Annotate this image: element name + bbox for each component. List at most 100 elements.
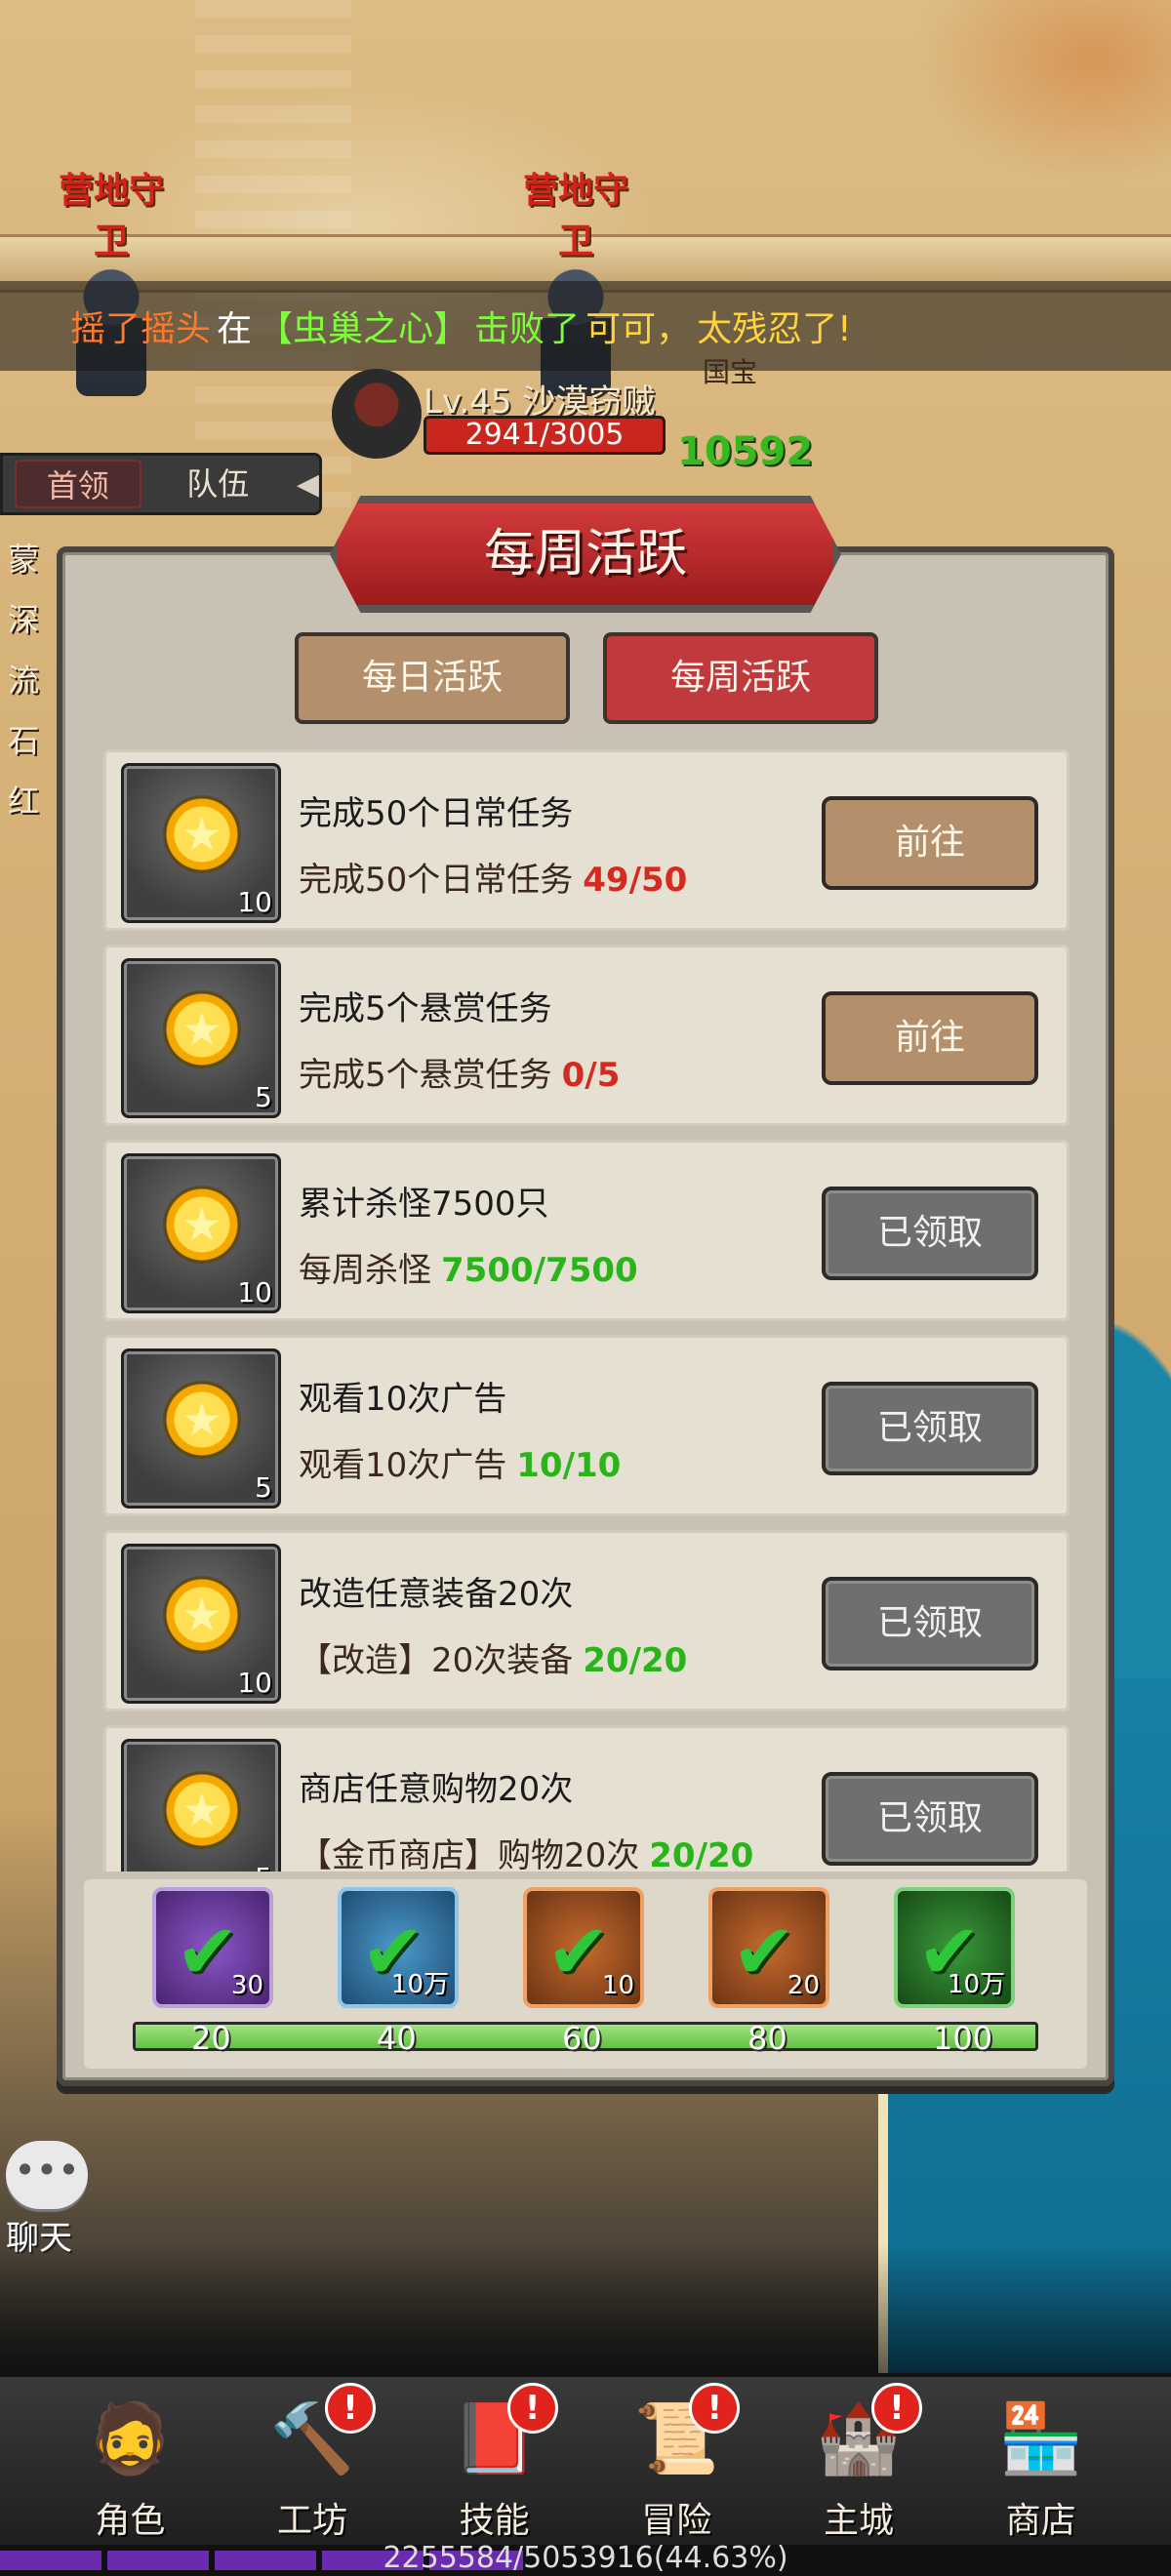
task-title: 改造任意装备20次 [299, 1575, 574, 1614]
daily-activity-tab[interactable]: 每日活跃 [295, 632, 570, 724]
claimed-button[interactable]: 已领取 [822, 1577, 1038, 1670]
task-desc-text: 每周杀怪 [299, 1251, 431, 1290]
activity-medal-icon: ★ 5 [121, 1739, 281, 1872]
left-list-item[interactable]: 深 [8, 595, 39, 656]
activity-medal-icon: ★ 5 [121, 1348, 281, 1509]
activity-medal-icon: ★ 10 [121, 763, 281, 923]
damage-number: 10592 [677, 429, 814, 474]
claimed-check-icon: ✔ [546, 1909, 611, 1996]
gold-coin-reward-icon[interactable]: ✔ 10万 [338, 1887, 459, 2008]
panel-title: 每周活跃 [330, 496, 841, 613]
left-list-item[interactable]: 石 [8, 716, 39, 777]
task-desc-text: 完成50个日常任务 [299, 861, 574, 900]
task-row: ★ 5 商店任意购物20次 【金币商店】购物20次20/20 已领取 [103, 1725, 1070, 1872]
claimed-button[interactable]: 已领取 [822, 1382, 1038, 1475]
experience-bar: 2255584/5053916(44.63%) [0, 2541, 1171, 2576]
milestone-label: 100 [933, 2020, 993, 2057]
experience-text: 2255584/5053916(44.63%) [383, 2541, 788, 2575]
nav-item-workshop[interactable]: 🔨 工坊 ! [239, 2377, 385, 2549]
task-progress: 0/5 [561, 1056, 621, 1095]
task-desc-text: 【改造】20次装备 [299, 1641, 574, 1680]
reward-quantity: 20 [787, 1971, 820, 2000]
nav-item-skill-book[interactable]: 📕 技能 ! [422, 2377, 568, 2549]
tab-boss[interactable]: 首领 [15, 460, 141, 508]
nav-label: 商店 [1005, 2501, 1076, 2541]
task-title: 观看10次广告 [299, 1380, 507, 1419]
task-title: 商店任意购物20次 [299, 1770, 574, 1809]
broadcast-victim: 可可， [586, 309, 692, 349]
task-progress: 20/20 [649, 1836, 754, 1872]
task-title: 累计杀怪7500只 [299, 1185, 549, 1224]
task-title: 完成50个日常任务 [299, 794, 574, 833]
bottom-shade [0, 2244, 1171, 2381]
alert-badge-icon: ! [689, 2383, 741, 2434]
reward-quantity: 10万 [947, 1970, 1005, 1999]
reward-count: 5 [255, 1081, 272, 1113]
collapse-arrow-icon[interactable]: ◀ [297, 467, 319, 502]
task-progress: 10/10 [516, 1446, 622, 1485]
task-row: ★ 10 累计杀怪7500只 每周杀怪 7500/7500 已领取 [103, 1140, 1070, 1321]
left-list-item[interactable]: 蒙 [8, 535, 39, 595]
claimed-button[interactable]: 已领取 [822, 1187, 1038, 1280]
nav-item-character[interactable]: 🧔 角色 [57, 2377, 203, 2549]
green-upgrade-reward-icon[interactable]: ✔ 10万 [894, 1887, 1015, 2008]
task-description: 完成50个日常任务 49/50 [299, 853, 687, 901]
left-list-item[interactable]: 流 [8, 656, 39, 716]
star-medal-icon: ★ [163, 1381, 241, 1459]
nav-item-castle[interactable]: 🏰 主城 ! [786, 2377, 932, 2549]
alert-badge-icon: ! [870, 2383, 922, 2434]
broadcast-action: 击败了 [474, 309, 581, 349]
activity-medal-icon: ★ 10 [121, 1544, 281, 1704]
task-description: 完成5个悬赏任务 0/5 [299, 1048, 620, 1096]
reward-quantity: 10万 [390, 1970, 449, 1999]
weekly-activity-tab[interactable]: 每周活跃 [603, 632, 878, 724]
task-title: 完成5个悬赏任务 [299, 989, 552, 1028]
left-list-item[interactable]: 红 [8, 777, 39, 837]
blue-gem-reward-icon[interactable]: ✔ 10 [523, 1887, 644, 2008]
task-list[interactable]: ★ 10 完成50个日常任务 完成50个日常任务 49/50 前往 ★ 5 完成5… [103, 749, 1070, 1872]
task-description: 【金币商店】购物20次 20/20 [299, 1829, 753, 1872]
blue-gem-reward-icon[interactable]: ✔ 20 [708, 1887, 829, 2008]
task-row: ★ 10 完成50个日常任务 完成50个日常任务 49/50 前往 [103, 749, 1070, 931]
star-medal-icon: ★ [163, 990, 241, 1068]
chat-label: 聊天 [6, 2219, 72, 2258]
nav-label: 冒险 [641, 2501, 712, 2541]
enemy-hp-bar: 2941/3005 [424, 416, 666, 455]
task-row: ★ 5 观看10次广告 观看10次广告 10/10 已领取 [103, 1335, 1070, 1516]
task-description: 观看10次广告 10/10 [299, 1438, 621, 1486]
nav-item-shop[interactable]: 🏪 商店 [968, 2377, 1114, 2549]
chat-button[interactable]: ••• 聊天 [6, 2141, 90, 2259]
star-medal-icon: ★ [163, 1771, 241, 1849]
nav-label: 技能 [459, 2501, 530, 2541]
reward-count: 10 [237, 1667, 272, 1699]
star-medal-icon: ★ [163, 1576, 241, 1654]
broadcast-player: 摇了摇头 [70, 309, 212, 349]
reward-quantity: 30 [230, 1971, 263, 2000]
nav-label: 角色 [95, 2501, 166, 2541]
task-description: 每周杀怪 7500/7500 [299, 1243, 638, 1291]
guard-name: 营地守卫 [58, 171, 164, 262]
task-progress: 20/20 [583, 1641, 688, 1680]
skill-book-reward-icon[interactable]: ✔ 30 [152, 1887, 273, 2008]
tab-team[interactable]: 队伍 [155, 460, 281, 508]
milestone-label: 40 [377, 2020, 417, 2057]
task-desc-text: 【金币商店】购物20次 [299, 1836, 640, 1872]
go-button[interactable]: 前往 [822, 991, 1038, 1085]
task-progress: 49/50 [583, 861, 688, 900]
nav-item-adventure-scroll[interactable]: 📜 冒险 ! [603, 2377, 749, 2549]
shop-icon: 🏪 [998, 2398, 1084, 2478]
task-desc-text: 完成5个悬赏任务 [299, 1056, 552, 1095]
activity-medal-icon: ★ 10 [121, 1153, 281, 1313]
milestone-label: 20 [191, 2020, 231, 2057]
bottom-nav: 🧔 角色 🔨 工坊 ! 📕 技能 ! 📜 冒险 ! 🏰 主城 ! 🏪 商店 [0, 2373, 1171, 2545]
reward-count: 5 [255, 1862, 272, 1872]
go-button[interactable]: 前往 [822, 796, 1038, 890]
claimed-check-icon: ✔ [732, 1909, 796, 1996]
left-quest-list: 蒙 深 流 石 红 [8, 535, 39, 837]
claimed-check-icon: ✔ [176, 1909, 240, 1996]
broadcast-word: 在 [217, 309, 253, 349]
enemy-avatar [332, 369, 422, 459]
alert-badge-icon: ! [324, 2383, 376, 2434]
task-desc-text: 观看10次广告 [299, 1446, 507, 1485]
claimed-button[interactable]: 已领取 [822, 1772, 1038, 1866]
